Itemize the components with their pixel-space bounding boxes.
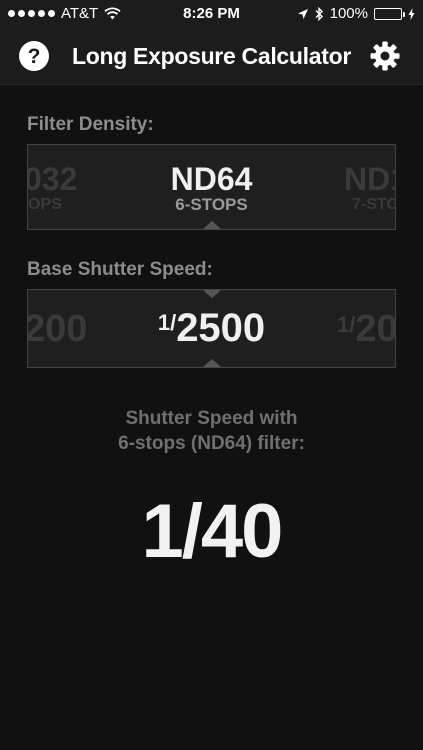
status-bar: AT&T 8:26 PM 100% — [0, 0, 423, 28]
battery-icon — [374, 7, 405, 20]
shutter-next-value: 20 — [355, 308, 396, 350]
settings-button[interactable] — [369, 40, 401, 72]
gear-icon — [370, 41, 400, 71]
bluetooth-icon — [315, 6, 323, 21]
result-caption: Shutter Speed with 6-stops (ND64) filter… — [0, 406, 423, 456]
status-right: 100% — [297, 5, 415, 22]
result-caption-line2: 6-stops (ND64) filter: — [118, 433, 305, 454]
filter-next-value: ND1 — [344, 161, 395, 197]
shutter-next: 1/20 — [337, 308, 396, 351]
base-shutter-label: Base Shutter Speed: — [27, 259, 213, 280]
filter-next-stops: 7-STO — [352, 196, 396, 213]
shutter-selected-prefix: 1/ — [157, 310, 177, 335]
filter-density-picker[interactable]: 032 OPS ND64 6-STOPS ND1 7-STO — [27, 144, 396, 230]
selection-indicator-icon — [202, 221, 221, 229]
shutter-next-prefix: 1/ — [337, 312, 356, 337]
page-title: Long Exposure Calculator — [71, 43, 352, 69]
battery-percent: 100% — [329, 5, 368, 22]
result-caption-line1: Shutter Speed with — [125, 408, 298, 429]
charging-bolt-icon — [408, 7, 415, 20]
location-arrow-icon — [297, 8, 308, 19]
selection-indicator-icon — [202, 290, 221, 298]
app-header: ? Long Exposure Calculator — [0, 28, 423, 85]
filter-density-label: Filter Density: — [27, 114, 154, 135]
filter-selected-value: ND64 — [170, 161, 253, 197]
selection-indicator-icon — [202, 359, 221, 367]
base-shutter-picker[interactable]: 200 1/2500 1/20 — [27, 289, 396, 368]
shutter-selected-value: 2500 — [176, 306, 266, 350]
result-shutter-speed: 1/40 — [141, 489, 284, 574]
filter-selected-stops: 6-STOPS — [175, 195, 248, 214]
